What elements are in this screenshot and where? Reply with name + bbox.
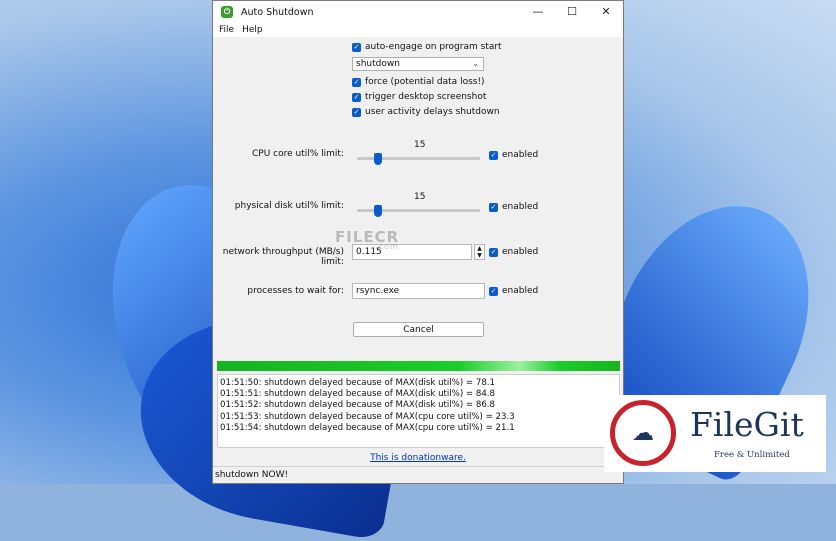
log-line: 01:51:50: shutdown delayed because of MA… — [220, 378, 495, 388]
processes-enabled-label: enabled — [502, 286, 539, 296]
force-checkbox[interactable]: ✓ force (potential data loss!) — [352, 77, 485, 87]
power-icon: ⏻ — [221, 6, 233, 18]
force-label: force (potential data loss!) — [365, 77, 485, 87]
user-activity-checkbox[interactable]: ✓ user activity delays shutdown — [352, 107, 500, 117]
check-icon: ✓ — [352, 77, 361, 87]
disk-slider-value: 15 — [414, 192, 426, 202]
cpu-enabled-label: enabled — [502, 150, 539, 160]
disk-enabled-checkbox[interactable]: ✓ enabled — [489, 202, 538, 212]
screenshot-checkbox[interactable]: ✓ trigger desktop screenshot — [352, 92, 486, 102]
filegit-name: FileGit — [690, 405, 804, 444]
maximize-button[interactable]: ☐ — [555, 1, 589, 23]
check-icon: ✓ — [489, 247, 498, 257]
settings-panel: ✓ auto-engage on program start shutdown … — [213, 37, 623, 357]
check-icon: ✓ — [352, 42, 361, 52]
cpu-slider-thumb[interactable] — [374, 153, 382, 165]
check-icon: ✓ — [489, 150, 498, 160]
cpu-enabled-checkbox[interactable]: ✓ enabled — [489, 150, 538, 160]
watermark-sub: .com — [375, 242, 399, 251]
check-icon: ✓ — [489, 202, 498, 212]
filecr-watermark: FILECR .com — [335, 228, 399, 251]
network-enabled-checkbox[interactable]: ✓ enabled — [489, 247, 538, 257]
action-select[interactable]: shutdown ⌄ — [352, 57, 484, 71]
check-icon: ✓ — [352, 92, 361, 102]
app-window: ⏻ Auto Shutdown — ☐ ✕ File Help ✓ auto-e… — [212, 0, 624, 484]
filegit-tagline: Free & Unlimited — [714, 450, 790, 460]
check-icon: ✓ — [352, 107, 361, 117]
donationware-link[interactable]: This is donationware. — [213, 453, 623, 463]
log-line: 01:51:53: shutdown delayed because of MA… — [220, 411, 515, 422]
disk-enabled-label: enabled — [502, 202, 539, 212]
log-line: 01:51:51: shutdown delayed because of MA… — [220, 389, 495, 400]
filegit-logo: ☁ FileGit Free & Unlimited — [604, 395, 826, 472]
disk-limit-label: physical disk util% limit: — [234, 201, 344, 211]
cpu-limit-label: CPU core util% limit: — [252, 149, 344, 159]
log-line: 01:51:52: shutdown delayed because of MA… — [220, 400, 495, 411]
cpu-slider-value: 15 — [414, 140, 426, 150]
processes-label: processes to wait for: — [247, 286, 344, 296]
minimize-button[interactable]: — — [521, 1, 555, 23]
auto-engage-checkbox[interactable]: ✓ auto-engage on program start — [352, 42, 502, 52]
user-activity-label: user activity delays shutdown — [365, 107, 500, 117]
cloud-download-icon: ☁ — [610, 400, 676, 466]
shutdown-progress-bar — [217, 361, 620, 371]
action-select-value: shutdown — [356, 59, 400, 69]
log-panel[interactable]: 01:51:50: shutdown delayed because of MA… — [217, 374, 620, 448]
cancel-button[interactable]: Cancel — [353, 322, 484, 337]
network-enabled-label: enabled — [502, 247, 539, 257]
auto-engage-label: auto-engage on program start — [365, 42, 502, 52]
log-line: 01:51:54: shutdown delayed because of MA… — [220, 422, 515, 433]
menu-file[interactable]: File — [217, 25, 240, 35]
chevron-down-icon: ⌄ — [472, 59, 479, 68]
check-icon: ✓ — [489, 286, 498, 296]
processes-enabled-checkbox[interactable]: ✓ enabled — [489, 286, 538, 296]
menu-bar: File Help — [213, 23, 623, 37]
menu-help[interactable]: Help — [240, 25, 269, 35]
window-title: Auto Shutdown — [241, 6, 314, 18]
close-button[interactable]: ✕ — [589, 1, 623, 23]
status-bar: shutdown NOW! — [213, 466, 623, 483]
screenshot-label: trigger desktop screenshot — [365, 92, 487, 102]
progress-fill — [217, 361, 620, 371]
title-bar[interactable]: ⏻ Auto Shutdown — ☐ ✕ — [213, 1, 623, 23]
processes-input[interactable]: rsync.exe — [352, 283, 485, 299]
disk-slider-thumb[interactable] — [374, 205, 382, 217]
network-limit-label: network throughput (MB/s) limit: — [222, 247, 344, 267]
network-spinner[interactable]: ▲ ▼ — [474, 244, 485, 260]
